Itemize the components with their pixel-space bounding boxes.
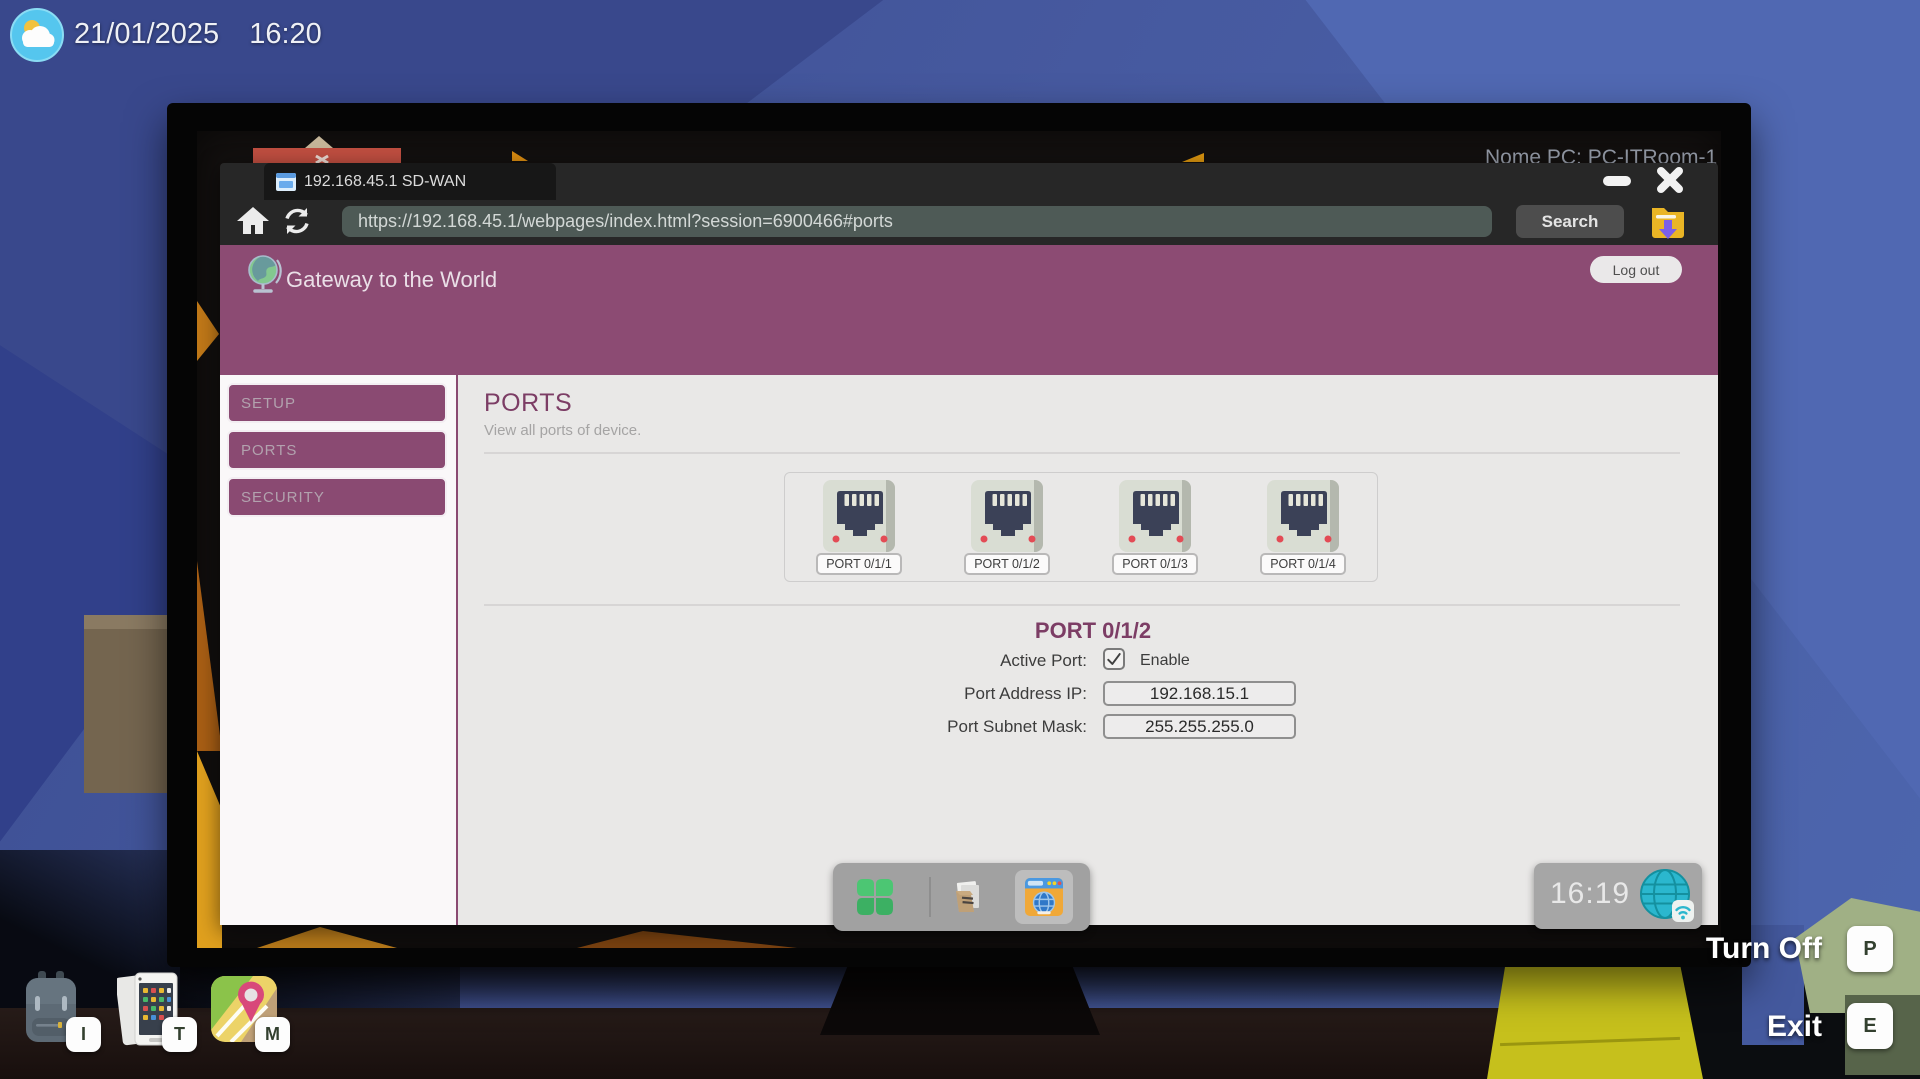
inventory-key-badge[interactable]: I	[66, 1017, 101, 1052]
exit-key-badge[interactable]: E	[1847, 1003, 1893, 1049]
browser-app-icon[interactable]	[1025, 878, 1063, 916]
ports-panel: PORTS View all ports of device. PORT 0/1…	[458, 375, 1718, 925]
inventory-key-label: I	[81, 1024, 86, 1045]
weather-icon[interactable]	[10, 8, 64, 67]
browser-tab[interactable]: 192.168.45.1 SD-WAN	[264, 163, 556, 200]
home-icon[interactable]	[236, 204, 270, 243]
sidebar-item-security[interactable]: SECURITY	[227, 477, 447, 517]
address-bar[interactable]: https://192.168.45.1/webpages/index.html…	[342, 206, 1492, 237]
exit-label: Exit	[1767, 1010, 1822, 1043]
tablet-key-badge[interactable]: T	[162, 1017, 197, 1052]
enable-label: Enable	[1140, 652, 1190, 670]
tab-title: 192.168.45.1 SD-WAN	[304, 173, 466, 191]
start-petals-icon[interactable]	[855, 877, 895, 922]
ip-label: Port Address IP:	[458, 684, 1087, 704]
browser-window: 192.168.45.1 SD-WAN https://192.168.45.1…	[220, 163, 1718, 925]
wallpaper-shape	[197, 301, 219, 361]
divider	[484, 604, 1680, 606]
tablet-key-label: T	[174, 1024, 185, 1045]
port-item[interactable]: PORT 0/1/3	[1112, 480, 1198, 575]
port-item[interactable]: PORT 0/1/2	[964, 480, 1050, 575]
ethernet-port-icon	[1267, 480, 1339, 552]
wallpaper-shape	[257, 927, 397, 948]
tab-favicon	[276, 173, 296, 191]
minimize-button[interactable]	[1603, 176, 1631, 186]
subnet-label: Port Subnet Mask:	[458, 717, 1087, 737]
map-key-label: M	[265, 1024, 280, 1045]
virtual-desktop: Nome PC: PC-ITRoom-1 192.168.45.1 SD-WAN…	[197, 131, 1721, 948]
ip-input[interactable]	[1103, 681, 1296, 706]
active-port-checkbox[interactable]	[1103, 648, 1125, 670]
wallpaper-shape	[197, 561, 222, 751]
map-key-badge[interactable]: M	[255, 1017, 290, 1052]
refresh-icon[interactable]	[282, 206, 312, 241]
turn-off-label: Turn Off	[1706, 932, 1822, 965]
taskbar-divider	[929, 877, 931, 917]
monitor: Nome PC: PC-ITRoom-1 192.168.45.1 SD-WAN…	[167, 103, 1751, 967]
yellow-notebook	[1487, 958, 1703, 1079]
port-item[interactable]: PORT 0/1/4	[1260, 480, 1346, 575]
wallpaper-shape	[197, 751, 222, 948]
file-explorer-icon[interactable]	[949, 877, 989, 922]
turn-off-key-label: P	[1863, 938, 1876, 961]
search-button[interactable]: Search	[1516, 205, 1624, 238]
hud-date: 21/01/2025	[74, 18, 219, 50]
port-label: PORT 0/1/3	[1112, 553, 1198, 575]
exit-action[interactable]: Exit	[1767, 1010, 1822, 1044]
site-title: Gateway to the World	[286, 267, 497, 293]
globe-icon	[244, 253, 282, 300]
turn-off-action[interactable]: Turn Off	[1706, 932, 1822, 966]
bookmarks-folder-icon[interactable]	[1648, 202, 1688, 247]
sidebar-nav: SETUP PORTS SECURITY	[220, 375, 458, 925]
page-title: PORTS	[484, 389, 572, 418]
port-item[interactable]: PORT 0/1/1	[816, 480, 902, 575]
ethernet-port-icon	[1119, 480, 1191, 552]
hud-time: 16:20	[249, 18, 322, 50]
taskbar	[833, 863, 1090, 931]
subnet-input[interactable]	[1103, 714, 1296, 739]
banner-flag	[305, 136, 333, 148]
sidebar-item-ports[interactable]: PORTS	[227, 430, 447, 470]
taskbar-clock[interactable]: 16:19	[1534, 863, 1702, 929]
port-label: PORT 0/1/4	[1260, 553, 1346, 575]
port-detail-title: PORT 0/1/2	[913, 618, 1273, 644]
port-label: PORT 0/1/1	[816, 553, 902, 575]
ethernet-port-icon	[971, 480, 1043, 552]
turn-off-key-badge[interactable]: P	[1847, 926, 1893, 972]
wallpaper-shape	[512, 151, 528, 161]
sidebar-item-setup[interactable]: SETUP	[227, 383, 447, 423]
close-icon[interactable]	[1654, 164, 1686, 196]
page-subtitle: View all ports of device.	[484, 422, 641, 439]
active-port-label: Active Port:	[458, 651, 1087, 671]
logout-button[interactable]: Log out	[1590, 256, 1682, 283]
ethernet-port-icon	[823, 480, 895, 552]
wallpaper-shape	[577, 931, 797, 948]
hud-datetime: 21/01/2025 16:20	[74, 18, 322, 51]
port-label: PORT 0/1/2	[964, 553, 1050, 575]
network-globe-icon[interactable]	[1639, 867, 1695, 930]
exit-key-label: E	[1863, 1015, 1876, 1038]
divider	[484, 452, 1680, 454]
site-header: Gateway to the World Log out	[220, 245, 1718, 375]
ports-overview: PORT 0/1/1 PORT 0/1/2	[784, 472, 1378, 582]
wallpaper-shape	[1182, 153, 1204, 162]
taskbar-time: 16:19	[1550, 877, 1630, 911]
router-web-page: Gateway to the World Log out SETUP PORTS…	[220, 245, 1718, 925]
